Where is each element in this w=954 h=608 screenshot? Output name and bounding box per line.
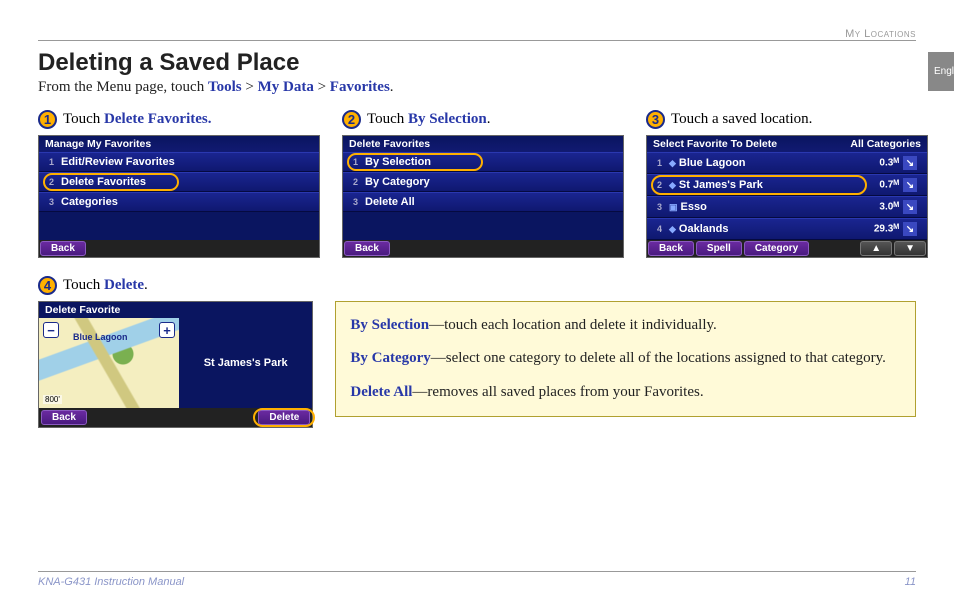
step-badge: 3 [646,110,665,129]
list-item[interactable]: 3▣Esso 3.0ᴹ↘ [647,196,927,218]
back-button[interactable]: Back [40,241,86,256]
device-title: Delete Favorites [343,136,623,152]
scroll-down-button[interactable]: ▼ [894,241,926,256]
page-number: 11 [905,576,916,588]
list-item[interactable]: 3Delete All [343,192,623,212]
device-screenshot-2: Delete Favorites 1By Selection 2By Categ… [342,135,624,258]
list-item[interactable]: 2By Category [343,172,623,192]
list-item-by-selection[interactable]: 1By Selection [343,152,623,172]
zoom-out-button[interactable]: − [43,322,59,338]
page-title: Deleting a Saved Place [38,49,916,77]
device-title: Manage My Favorites [39,136,319,152]
back-button[interactable]: Back [344,241,390,256]
device-screenshot-1: Manage My Favorites 1Edit/Review Favorit… [38,135,320,258]
step-1: 1 Touch Delete Favorites. Manage My Favo… [38,110,320,258]
device-screenshot-3: Select Favorite To DeleteAll Categories … [646,135,928,258]
spell-button[interactable]: Spell [696,241,742,256]
list-item-delete-favorites[interactable]: 2Delete Favorites [39,172,319,192]
direction-icon: ↘ [903,178,917,192]
category-button[interactable]: Category [744,241,809,256]
device-screenshot-4: Delete Favorite − + Blue Lagoon 800' St … [38,301,313,428]
back-button[interactable]: Back [41,410,87,425]
zoom-in-button[interactable]: + [159,322,175,338]
selected-place-label: St James's Park [179,318,312,408]
list-item[interactable]: 4◆Oaklands 29.3ᴹ↘ [647,218,927,240]
list-item[interactable]: 3Categories [39,192,319,212]
device-title: Delete Favorite [39,302,312,318]
delete-button[interactable]: Delete [258,410,310,425]
divider [38,40,916,41]
list-item[interactable]: 1◆Blue Lagoon 0.3ᴹ↘ [647,152,927,174]
section-header: My Locations [845,28,916,40]
language-tab[interactable]: English [928,52,954,91]
scroll-up-button[interactable]: ▲ [860,241,892,256]
direction-icon: ↘ [903,200,917,214]
back-button[interactable]: Back [648,241,694,256]
direction-icon: ↘ [903,156,917,170]
map-preview: − + Blue Lagoon 800' [39,318,179,408]
info-box: By Selection—touch each location and del… [335,301,916,417]
device-title: Select Favorite To DeleteAll Categories [647,136,927,152]
step-2: 2 Touch By Selection. Delete Favorites 1… [342,110,624,258]
step-badge: 1 [38,110,57,129]
direction-icon: ↘ [903,222,917,236]
page-subtitle: From the Menu page, touch Tools > My Dat… [38,79,916,96]
manual-name: KNA-G431 Instruction Manual [38,576,184,588]
step-badge: 2 [342,110,361,129]
step-badge: 4 [38,276,57,295]
list-item[interactable]: 1Edit/Review Favorites [39,152,319,172]
map-label: Blue Lagoon [73,332,128,342]
list-item-selected[interactable]: 2◆St James's Park 0.7ᴹ↘ [647,174,927,196]
map-scale: 800' [43,395,62,404]
page-footer: KNA-G431 Instruction Manual 11 [38,571,916,588]
step-3: 3 Touch a saved location. Select Favorit… [646,110,928,258]
